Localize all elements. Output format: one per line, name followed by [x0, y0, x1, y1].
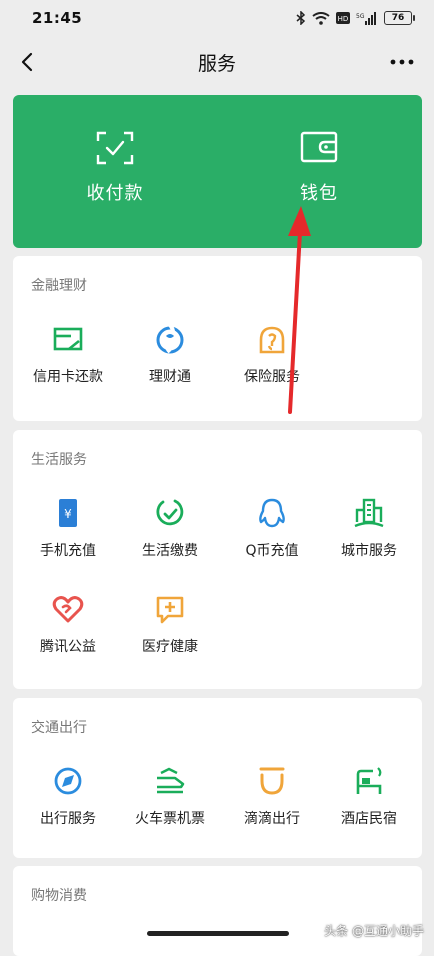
svg-text:HD: HD [338, 15, 349, 23]
more-options-icon[interactable] [388, 50, 416, 74]
watermark: 头条 @互通小助手 [324, 924, 424, 938]
section-title-shopping: 购物消费 [31, 888, 87, 904]
hotel-button[interactable]: 酒店民宿 [318, 764, 420, 844]
svg-text:¥: ¥ [64, 507, 72, 521]
home-indicator[interactable] [147, 931, 289, 936]
back-arrow-icon[interactable] [16, 48, 40, 76]
licaitong-label: 理财通 [149, 369, 191, 385]
receive-pay-button[interactable]: 收付款 [13, 95, 217, 248]
wallet-button[interactable]: 钱包 [217, 95, 421, 248]
train-flight-button[interactable]: 火车票机票 [119, 764, 221, 844]
receive-pay-label: 收付款 [86, 183, 144, 204]
pay-wallet-card: 收付款 钱包 [13, 95, 422, 248]
travel-service-button[interactable]: 出行服务 [17, 764, 119, 844]
utility-bill-button[interactable]: 生活缴费 [119, 496, 221, 576]
mobile-topup-icon: ¥ [59, 499, 77, 527]
hotel-label: 酒店民宿 [341, 811, 397, 827]
utility-bill-label: 生活缴费 [142, 543, 198, 559]
hd-icon: HD [336, 12, 350, 24]
didi-icon [259, 767, 285, 795]
city-building-icon [354, 498, 384, 528]
battery-icon: 76 [384, 11, 415, 25]
bluetooth-icon [296, 11, 306, 25]
compass-icon [54, 767, 82, 795]
train-flight-label: 火车票机票 [135, 811, 205, 827]
mobile-topup-button[interactable]: ¥ 手机充值 [17, 496, 119, 576]
qq-penguin-icon [259, 498, 285, 528]
medical-health-button[interactable]: 医疗健康 [119, 592, 221, 672]
credit-card-icon [53, 327, 83, 351]
status-bar: 21:45 HD 5G 76 [0, 0, 434, 36]
medical-health-label: 医疗健康 [142, 639, 198, 655]
credit-card-repay-label: 信用卡还款 [33, 369, 103, 385]
tencent-charity-label: 腾讯公益 [40, 639, 96, 655]
status-icons: HD 5G 76 [296, 11, 415, 25]
charity-heart-icon [52, 596, 84, 623]
mobile-topup-label: 手机充值 [40, 543, 96, 559]
qcoin-topup-button[interactable]: Q币充值 [221, 496, 323, 576]
didi-label: 滴滴出行 [244, 811, 300, 827]
scan-pay-icon [96, 131, 134, 165]
didi-button[interactable]: 滴滴出行 [221, 764, 323, 844]
tencent-charity-button[interactable]: 腾讯公益 [17, 592, 119, 672]
section-life-services: 生活服务 ¥ 手机充值 生活缴费 Q币充值 城市服务 腾讯公益 医疗健康 [13, 430, 422, 689]
medical-icon [156, 596, 184, 624]
status-time: 21:45 [32, 9, 83, 27]
page-title: 服务 [197, 52, 236, 75]
utility-bill-icon [156, 499, 184, 526]
train-plane-icon [157, 767, 185, 794]
qcoin-topup-label: Q币充值 [245, 543, 299, 559]
insurance-button[interactable]: 保险服务 [221, 322, 323, 402]
city-services-button[interactable]: 城市服务 [318, 496, 420, 576]
section-title-finance: 金融理财 [31, 278, 87, 294]
section-title-transport: 交通出行 [31, 720, 87, 736]
licaitong-button[interactable]: 理财通 [119, 322, 221, 402]
svg-text:5G: 5G [356, 13, 365, 20]
section-transport: 交通出行 出行服务 火车票机票 滴滴出行 酒店民宿 [13, 698, 422, 858]
title-bar: 服务 [0, 36, 434, 88]
travel-service-label: 出行服务 [40, 811, 96, 827]
wifi-icon [312, 11, 330, 25]
wallet-label: 钱包 [300, 183, 338, 204]
licaitong-icon [156, 323, 184, 354]
signal-icon: 5G [356, 11, 376, 25]
section-finance: 金融理财 信用卡还款 理财通 保险服务 [13, 256, 422, 421]
insurance-label: 保险服务 [244, 369, 300, 385]
credit-card-repay-button[interactable]: 信用卡还款 [17, 322, 119, 402]
city-services-label: 城市服务 [341, 543, 397, 559]
insurance-icon [259, 326, 285, 354]
section-title-life: 生活服务 [31, 452, 87, 468]
wallet-icon [300, 131, 338, 163]
section-shopping: 购物消费 [13, 866, 422, 956]
hotel-bed-icon [356, 767, 382, 794]
